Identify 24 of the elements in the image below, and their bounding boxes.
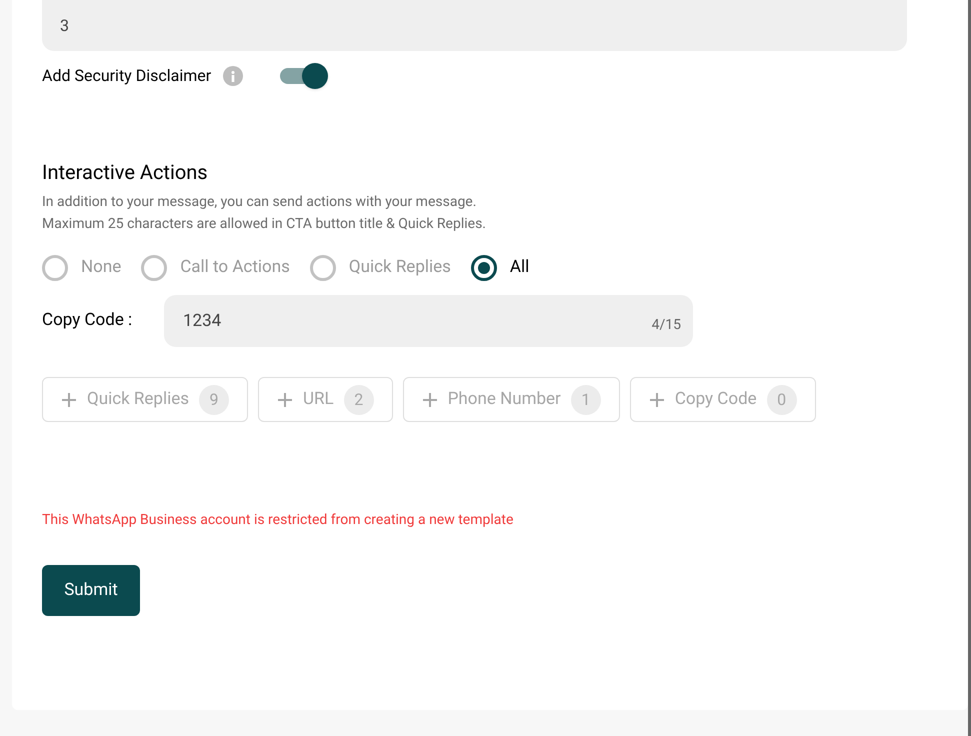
section-title: Interactive Actions (42, 159, 209, 185)
field-label: Add Security Disclaimer (42, 65, 212, 87)
count-badge: 1 (570, 384, 601, 414)
info-icon (223, 66, 244, 86)
radio-option[interactable]: None (42, 255, 122, 281)
radio-option[interactable]: All (470, 255, 530, 281)
plus-icon (277, 392, 294, 408)
plus-icon (648, 392, 665, 408)
radio-option[interactable]: Call to Actions (141, 255, 290, 281)
count-badge: 2 (344, 384, 374, 414)
plus-icon (61, 392, 77, 408)
character-counter: 4/15 (652, 316, 681, 335)
copy-code-field[interactable]: 1234 4/15 (164, 295, 693, 347)
error-message: This WhatsApp Business account is restricted from creating a new template (42, 511, 514, 530)
toggle-switch[interactable] (280, 63, 328, 89)
submit-button[interactable]: Submit (42, 565, 140, 616)
radio-option[interactable]: Quick Replies (310, 255, 451, 281)
field-label: Copy Code : (42, 309, 134, 332)
input-field[interactable]: 3 (42, 0, 907, 51)
description-text: In addition to your message, you can send actions with your message. (42, 193, 478, 212)
count-badge: 0 (766, 384, 797, 414)
description-text: Maximum 25 characters are allowed in CTA button title & Quick Replies. (42, 215, 487, 234)
count-badge: 9 (199, 384, 230, 414)
plus-icon (422, 392, 438, 408)
